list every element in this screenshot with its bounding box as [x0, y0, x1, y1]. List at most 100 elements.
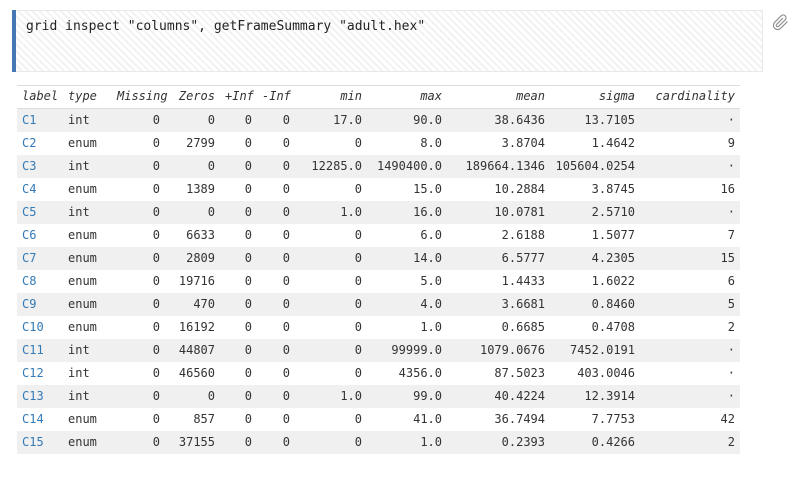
table-cell: 3.8704	[447, 132, 550, 155]
table-cell: 0	[112, 316, 165, 339]
table-cell: 0	[220, 178, 257, 201]
table-cell: int	[63, 385, 112, 408]
table-row: C1int000017.090.038.643613.7105·	[17, 109, 740, 133]
column-link[interactable]: C1	[22, 113, 36, 127]
table-cell: 41.0	[367, 408, 447, 431]
column-link[interactable]: C5	[22, 205, 36, 219]
table-cell: int	[63, 155, 112, 178]
table-cell: 16	[640, 178, 740, 201]
table-cell: 37155	[165, 431, 220, 454]
table-row: C12int0465600004356.087.5023403.0046·	[17, 362, 740, 385]
table-cell: int	[63, 109, 112, 133]
column-link[interactable]: C12	[22, 366, 44, 380]
column-link[interactable]: C7	[22, 251, 36, 265]
table-cell: 0	[257, 270, 295, 293]
column-header-max: max	[367, 86, 447, 109]
column-link[interactable]: C15	[22, 435, 44, 449]
table-cell: 2799	[165, 132, 220, 155]
code-editor[interactable]: grid inspect "columns", getFrameSummary …	[16, 10, 763, 72]
table-cell: 1.0	[367, 316, 447, 339]
column-header-missing: Missing	[112, 86, 165, 109]
table-cell: 38.6436	[447, 109, 550, 133]
table-cell: 0.6685	[447, 316, 550, 339]
column-link[interactable]: C13	[22, 389, 44, 403]
table-cell: 0	[257, 247, 295, 270]
table-cell: 87.5023	[447, 362, 550, 385]
table-cell: 0	[220, 431, 257, 454]
table-cell: 105604.0254	[550, 155, 640, 178]
table-cell: 7.7753	[550, 408, 640, 431]
table-cell: 0	[220, 362, 257, 385]
table-cell: enum	[63, 293, 112, 316]
table-cell: int	[63, 201, 112, 224]
table-cell: ·	[640, 109, 740, 133]
table-cell: enum	[63, 270, 112, 293]
table-cell: 90.0	[367, 109, 447, 133]
table-cell: 1490400.0	[367, 155, 447, 178]
column-header-type: type	[63, 86, 112, 109]
table-cell: 3.8745	[550, 178, 640, 201]
table-cell: 0	[112, 247, 165, 270]
table-cell: 19716	[165, 270, 220, 293]
column-link[interactable]: C9	[22, 297, 36, 311]
table-cell: 0	[112, 132, 165, 155]
table-cell: enum	[63, 431, 112, 454]
column-label-cell: C9	[17, 293, 63, 316]
table-cell: 4.0	[367, 293, 447, 316]
table-cell: 5	[640, 293, 740, 316]
column-header-sigma: sigma	[550, 86, 640, 109]
table-cell: 46560	[165, 362, 220, 385]
table-cell: 0	[112, 224, 165, 247]
table-cell: 1079.0676	[447, 339, 550, 362]
table-cell: 0	[165, 109, 220, 133]
table-cell: 0	[112, 155, 165, 178]
table-cell: 6.5777	[447, 247, 550, 270]
table-cell: ·	[640, 385, 740, 408]
table-cell: 0	[112, 339, 165, 362]
table-cell: 9	[640, 132, 740, 155]
table-cell: 0	[295, 293, 367, 316]
column-link[interactable]: C11	[22, 343, 44, 357]
table-cell: enum	[63, 224, 112, 247]
column-link[interactable]: C10	[22, 320, 44, 334]
column-label-cell: C14	[17, 408, 63, 431]
table-cell: 16.0	[367, 201, 447, 224]
table-cell: 99999.0	[367, 339, 447, 362]
column-link[interactable]: C4	[22, 182, 36, 196]
table-cell: 0	[257, 385, 295, 408]
column-link[interactable]: C3	[22, 159, 36, 173]
table-cell: 0	[257, 224, 295, 247]
table-cell: int	[63, 362, 112, 385]
table-cell: 2.5710	[550, 201, 640, 224]
column-header-inf: +Inf	[220, 86, 257, 109]
column-link[interactable]: C8	[22, 274, 36, 288]
table-cell: 0.2393	[447, 431, 550, 454]
table-row: C8enum0197160005.01.44331.60226	[17, 270, 740, 293]
table-row: C6enum066330006.02.61881.50777	[17, 224, 740, 247]
table-cell: 0	[112, 408, 165, 431]
table-cell: 5.0	[367, 270, 447, 293]
table-cell: ·	[640, 201, 740, 224]
column-link[interactable]: C2	[22, 136, 36, 150]
table-cell: 0	[220, 224, 257, 247]
table-cell: 0	[257, 201, 295, 224]
table-cell: 1.5077	[550, 224, 640, 247]
table-cell: enum	[63, 178, 112, 201]
table-cell: 2	[640, 431, 740, 454]
table-cell: 0	[220, 270, 257, 293]
table-cell: 36.7494	[447, 408, 550, 431]
table-cell: 7452.0191	[550, 339, 640, 362]
table-cell: 0	[295, 132, 367, 155]
paperclip-icon	[772, 14, 789, 36]
column-link[interactable]: C14	[22, 412, 44, 426]
table-row: C3int000012285.01490400.0189664.13461056…	[17, 155, 740, 178]
column-label-cell: C12	[17, 362, 63, 385]
table-cell: 470	[165, 293, 220, 316]
column-label-cell: C3	[17, 155, 63, 178]
column-header-inf: -Inf	[257, 86, 295, 109]
table-cell: 13.7105	[550, 109, 640, 133]
column-link[interactable]: C6	[22, 228, 36, 242]
table-cell: 10.2884	[447, 178, 550, 201]
table-cell: 0.4708	[550, 316, 640, 339]
table-cell: 1.0	[367, 431, 447, 454]
